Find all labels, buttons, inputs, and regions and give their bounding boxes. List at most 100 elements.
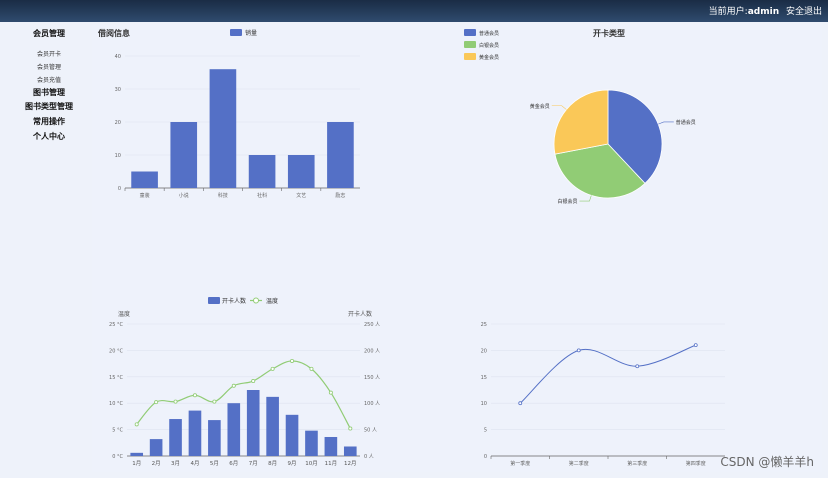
cards-bar	[130, 452, 144, 456]
borrow-x-label: 励志	[335, 192, 345, 199]
pie-label-line	[579, 195, 592, 202]
cards-y-tick: 250 人	[364, 322, 380, 328]
monthly-cards-temp-chart: 开卡人数 温度 温度 开卡人数 0 °C 0 人 5 °C 50 人 10 °C 100 …	[109, 297, 380, 467]
cards-axis-name: 开卡人数	[348, 310, 372, 318]
cards-bar	[208, 420, 221, 456]
quarter-x-label: 第二季度	[569, 460, 589, 467]
cards-x-label: 1月	[132, 460, 141, 467]
borrow-x-label: 科技	[218, 192, 228, 199]
cards-y-tick: 50 人	[364, 428, 377, 434]
cards-bar	[169, 419, 182, 456]
borrow-y-tick: 10	[115, 153, 121, 159]
temp-point	[192, 393, 197, 398]
borrow-x-label: 社科	[257, 192, 267, 199]
pie-slice-label: 黄金会员	[530, 103, 550, 110]
quarter-point	[518, 401, 523, 406]
cards-y-tick: 200 人	[364, 348, 380, 354]
cards-x-label: 4月	[190, 460, 199, 467]
pie-legend-label: 黄金会员	[479, 54, 499, 61]
pie-legend-swatch	[464, 29, 476, 36]
card-type-pie-chart: 开卡类型 普通会员白银会员黄金会员 普通会员白银会员黄金会员	[464, 28, 696, 205]
pie-legend-swatch	[464, 41, 476, 48]
dashboard-charts: 借阅信息 销量 0 10 20 30 40 童装 小说 科技 社科 文艺 励志 开卡类型 普通会员…	[97, 28, 725, 467]
temp-y-tick: 15 °C	[109, 375, 123, 381]
cards-x-label: 11月	[325, 460, 338, 467]
temp-point	[173, 399, 178, 404]
temp-point	[154, 400, 159, 405]
borrow-bar	[131, 171, 158, 188]
quarter-x-label: 第一季度	[510, 460, 530, 467]
cards-y-tick: 0 人	[364, 454, 374, 460]
cards-bar	[343, 446, 357, 456]
borrow-x-label: 小说	[179, 192, 189, 199]
temp-axis-name: 温度	[118, 310, 130, 318]
cards-x-label: 8月	[268, 460, 277, 467]
temp-legend-label[interactable]: 温度	[266, 297, 278, 305]
cards-bar	[285, 414, 299, 456]
temp-y-tick: 5 °C	[112, 428, 123, 434]
quarter-y-tick: 0	[484, 454, 487, 460]
cards-bar	[305, 430, 318, 456]
temp-point	[231, 383, 236, 388]
card-type-chart-title: 开卡类型	[593, 28, 625, 38]
pie-slice	[553, 89, 609, 155]
quarterly-line-chart: 0 5 10 15 20 25 第一季度 第二季度 第三季度 第四季度	[481, 322, 725, 467]
pie-label-line	[551, 105, 567, 110]
pie-legend-label: 普通会员	[479, 30, 499, 37]
borrow-bar	[248, 155, 276, 188]
cards-bar	[188, 410, 202, 456]
borrow-bar	[209, 69, 237, 188]
cards-legend-label[interactable]: 开卡人数	[222, 297, 246, 305]
borrow-x-label: 文艺	[296, 192, 306, 199]
temp-y-tick: 10 °C	[109, 401, 123, 407]
borrow-legend-label[interactable]: 销量	[245, 29, 257, 37]
borrow-bar	[170, 122, 198, 188]
quarter-point	[576, 348, 581, 353]
csdn-watermark: CSDN @懒羊羊h	[720, 455, 814, 469]
cards-x-label: 5月	[210, 460, 219, 467]
temp-point	[309, 366, 314, 371]
borrow-x-label: 童装	[140, 192, 150, 199]
temp-point	[134, 422, 139, 427]
cards-y-tick: 150 人	[364, 375, 380, 381]
cards-bar	[324, 436, 338, 456]
pie-slice-label: 普通会员	[676, 119, 696, 126]
temp-y-tick: 20 °C	[109, 348, 123, 354]
quarter-point	[635, 364, 640, 369]
cards-x-label: 6月	[229, 460, 238, 467]
borrow-y-tick: 0	[118, 186, 121, 192]
cards-bar	[149, 439, 163, 456]
temp-point	[328, 390, 333, 395]
quarter-point	[693, 343, 698, 348]
cards-x-label: 9月	[288, 460, 297, 467]
borrow-bar	[327, 122, 354, 188]
cards-x-label: 10月	[305, 460, 318, 467]
cards-bar	[266, 396, 279, 456]
cards-legend-swatch[interactable]	[208, 297, 220, 304]
quarter-y-tick: 15	[481, 375, 487, 381]
temp-point	[212, 399, 217, 404]
pie-label-line	[658, 121, 674, 125]
cards-x-label: 3月	[171, 460, 180, 467]
borrow-y-tick: 40	[115, 54, 121, 60]
temp-legend-marker[interactable]	[253, 297, 259, 304]
pie-slice-label: 白银会员	[557, 198, 577, 205]
quarter-y-tick: 25	[481, 322, 487, 328]
cards-bar	[227, 403, 241, 456]
cards-y-tick: 100 人	[364, 401, 380, 407]
borrow-chart-title: 借阅信息	[97, 28, 130, 38]
pie-legend-label: 白银会员	[479, 42, 499, 49]
temp-point	[251, 379, 256, 384]
temp-point	[270, 366, 275, 371]
temp-y-tick: 25 °C	[109, 322, 123, 328]
temp-point	[348, 426, 353, 431]
pie-legend-swatch	[464, 53, 476, 60]
borrow-legend-swatch[interactable]	[230, 29, 242, 36]
quarter-x-label: 第三季度	[627, 460, 647, 467]
temp-y-tick: 0 °C	[112, 454, 123, 460]
cards-x-label: 12月	[344, 460, 357, 467]
quarter-y-tick: 20	[481, 348, 487, 354]
quarter-x-label: 第四季度	[686, 460, 706, 467]
borrow-y-tick: 30	[115, 87, 121, 93]
temp-line	[136, 360, 351, 429]
